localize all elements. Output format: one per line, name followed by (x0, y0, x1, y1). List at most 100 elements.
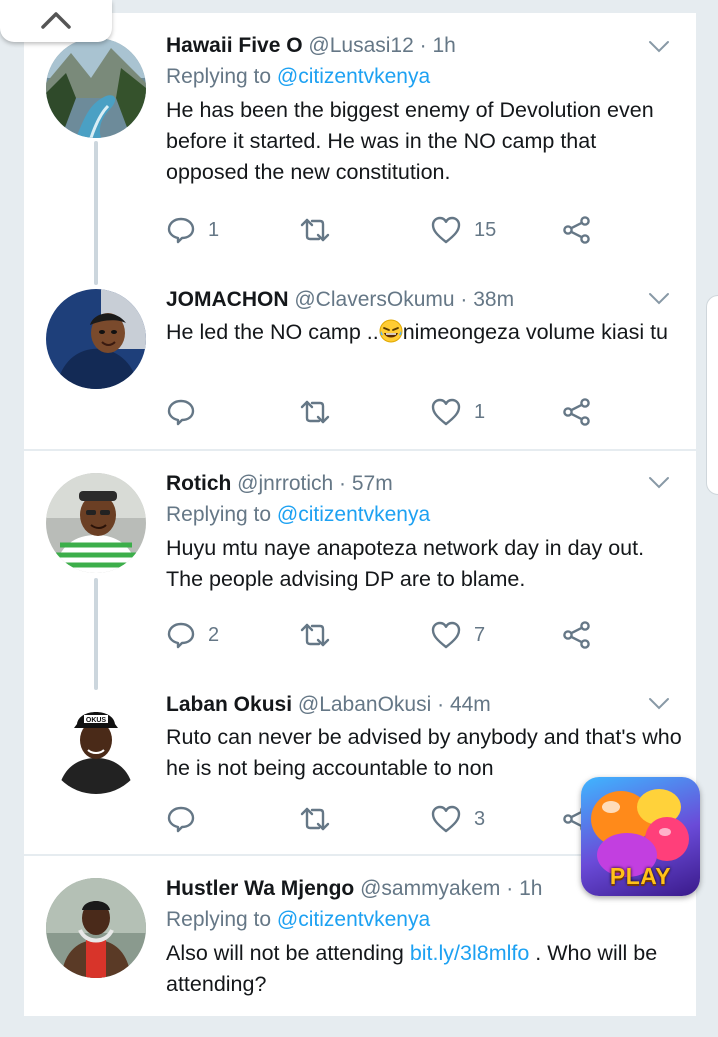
retweet-button[interactable] (298, 802, 344, 836)
chevron-down-icon[interactable] (648, 292, 670, 306)
reply-count: 1 (208, 218, 220, 241)
user-handle[interactable]: @jnrrotich (237, 472, 333, 495)
separator: · (454, 288, 474, 311)
replying-to-label: Replying to (166, 908, 277, 931)
separator: · (500, 877, 520, 900)
chevron-down-icon[interactable] (648, 697, 670, 711)
heart-icon (431, 216, 461, 244)
like-button[interactable]: 7 (430, 618, 485, 652)
tweet-text-part: Also will not be attending (166, 941, 410, 965)
display-name[interactable]: Hawaii Five O (166, 34, 303, 57)
tweet-text-part: He led the NO camp .. (166, 320, 379, 344)
reply-icon (167, 399, 195, 426)
game-ad-button[interactable]: PLAY (581, 777, 700, 896)
timestamp[interactable]: 38m (473, 288, 514, 311)
retweet-icon (300, 623, 330, 647)
tweet-text: He led the NO camp .. nimeongeza volume k… (166, 317, 682, 348)
tweet[interactable]: JOMACHON @ClaversOkumu · 38m He led the … (24, 278, 696, 448)
like-count: 3 (474, 807, 486, 830)
retweet-button[interactable] (298, 618, 344, 652)
tweet[interactable]: Rotich @jnrrotich · 57m Replying to @cit… (24, 451, 696, 683)
heart-icon (431, 621, 461, 649)
display-name[interactable]: Hustler Wa Mjengo (166, 877, 354, 900)
replying-to-label: Replying to (166, 503, 277, 526)
avatar[interactable] (46, 38, 146, 138)
tweet-actions: 1 (166, 395, 606, 429)
avatar[interactable] (46, 473, 146, 573)
tweet-header: Laban Okusi @LabanOkusi · 44m (166, 692, 682, 718)
timestamp[interactable]: 44m (450, 693, 491, 716)
scroll-to-top-button[interactable] (0, 0, 112, 42)
like-button[interactable]: 15 (430, 213, 496, 247)
separator: · (431, 693, 450, 716)
reply-button[interactable]: 1 (166, 213, 219, 247)
share-button[interactable] (562, 618, 592, 652)
retweet-button[interactable] (298, 395, 344, 429)
mention-link[interactable]: @citizentvkenya (277, 908, 430, 931)
timestamp[interactable]: 1h (519, 877, 542, 900)
tweet[interactable]: Hawaii Five O @Lusasi12 · 1h Replying to… (24, 13, 696, 278)
user-handle[interactable]: @ClaversOkumu (294, 288, 454, 311)
share-icon (563, 216, 590, 244)
timestamp[interactable]: 1h (432, 34, 455, 57)
like-count: 7 (474, 623, 486, 646)
user-handle[interactable]: @Lusasi12 (308, 34, 413, 57)
reply-icon (167, 622, 195, 649)
replying-to: Replying to @citizentvkenya (166, 61, 682, 93)
chevron-up-icon (41, 12, 71, 29)
tweet-text: He has been the biggest enemy of Devolut… (166, 98, 654, 184)
reply-count: 2 (208, 623, 220, 646)
like-button[interactable]: 1 (430, 395, 485, 429)
reply-button[interactable] (166, 802, 208, 836)
like-count: 1 (474, 400, 486, 423)
share-button[interactable] (562, 213, 592, 247)
display-name[interactable]: Rotich (166, 472, 231, 495)
separator: · (413, 34, 433, 57)
reply-icon (167, 217, 195, 244)
tweet-actions: 2 7 (166, 618, 606, 652)
share-button[interactable] (562, 395, 592, 429)
replying-to: Replying to @citizentvkenya (166, 904, 682, 936)
tweet-text: Also will not be attending bit.ly/3l8mlf… (166, 938, 682, 1000)
laughing-crying-emoji-icon (379, 319, 403, 343)
mention-link[interactable]: @citizentvkenya (277, 65, 430, 88)
cap-text: OKUS (86, 717, 107, 724)
scroll-handle[interactable] (706, 295, 718, 495)
display-name[interactable]: Laban Okusi (166, 693, 292, 716)
replying-to-label: Replying to (166, 65, 277, 88)
reply-icon (167, 806, 195, 833)
retweet-icon (300, 400, 330, 424)
retweet-icon (300, 807, 330, 831)
tweet-actions: 1 15 (166, 213, 606, 247)
chevron-down-icon[interactable] (648, 40, 670, 54)
display-name[interactable]: JOMACHON (166, 288, 289, 311)
replying-to: Replying to @citizentvkenya (166, 499, 682, 531)
share-icon (563, 621, 590, 649)
retweet-button[interactable] (298, 213, 344, 247)
share-icon (563, 398, 590, 426)
reply-button[interactable] (166, 395, 208, 429)
tweet-header: Hawaii Five O @Lusasi12 · 1h (166, 33, 682, 59)
reply-button[interactable]: 2 (166, 618, 219, 652)
retweet-icon (300, 218, 330, 242)
timestamp[interactable]: 57m (352, 472, 393, 495)
separator: · (333, 472, 352, 495)
avatar[interactable] (46, 289, 146, 389)
tweet-text-part: nimeongeza volume kiasi tu (402, 320, 669, 344)
avatar[interactable] (46, 878, 146, 978)
like-count: 15 (474, 218, 497, 241)
heart-icon (431, 805, 461, 833)
tweet-text: Huyu mtu naye anapoteza network day in d… (166, 536, 645, 591)
heart-icon (431, 398, 461, 426)
user-handle[interactable]: @LabanOkusi (298, 693, 431, 716)
tweet-header: Rotich @jnrrotich · 57m (166, 471, 682, 497)
user-handle[interactable]: @sammyakem (360, 877, 500, 900)
tweet-text: Ruto can never be advised by anybody and… (166, 725, 682, 780)
chevron-down-icon[interactable] (648, 476, 670, 490)
mention-link[interactable]: @citizentvkenya (277, 503, 430, 526)
tweet-actions: 3 (166, 802, 606, 836)
avatar[interactable]: OKUS (46, 694, 146, 794)
like-button[interactable]: 3 (430, 802, 485, 836)
url-link[interactable]: bit.ly/3l8mlfo (410, 941, 530, 965)
tweet-header: JOMACHON @ClaversOkumu · 38m (166, 287, 682, 313)
